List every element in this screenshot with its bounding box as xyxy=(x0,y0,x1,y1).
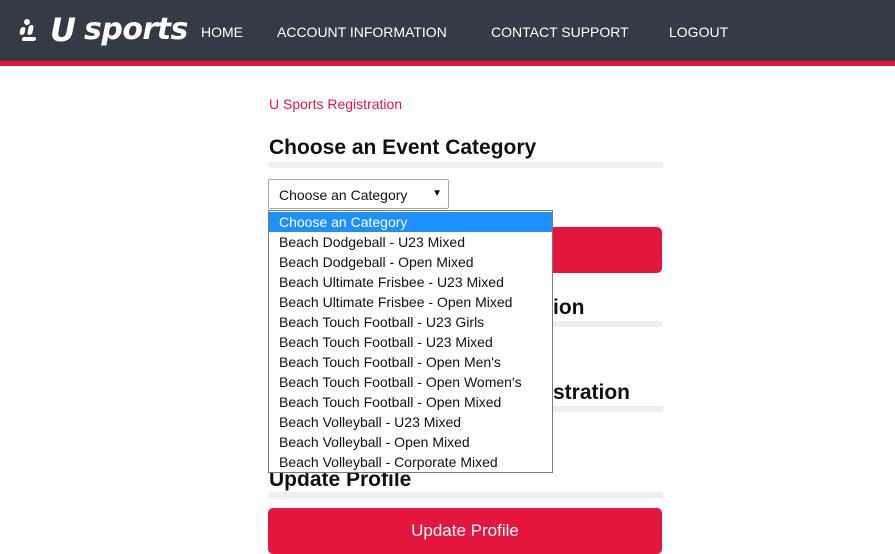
category-select-value: Choose an Category xyxy=(279,187,408,203)
section-title-partial-1: ion xyxy=(553,296,585,319)
category-option[interactable]: Beach Ultimate Frisbee - Open Mixed xyxy=(269,292,552,312)
category-option[interactable]: Beach Touch Football - U23 Mixed xyxy=(269,332,552,352)
nav-contact-support[interactable]: CONTACT SUPPORT xyxy=(491,24,629,40)
nav-home[interactable]: HOME xyxy=(201,24,243,40)
category-option[interactable]: Beach Volleyball - Corporate Mixed xyxy=(269,452,552,472)
category-option[interactable]: Beach Dodgeball - U23 Mixed xyxy=(269,232,552,252)
category-select[interactable]: Choose an Category ▼ xyxy=(268,179,449,209)
update-profile-button[interactable]: Update Profile xyxy=(268,508,662,554)
category-option[interactable]: Beach Ultimate Frisbee - U23 Mixed xyxy=(269,272,552,292)
site-logo[interactable]: U sports xyxy=(18,8,188,52)
nav-account-information[interactable]: ACCOUNT INFORMATION xyxy=(277,24,447,40)
category-option[interactable]: Beach Volleyball - Open Mixed xyxy=(269,432,552,452)
section-title-partial-2: stration xyxy=(553,381,631,404)
dropdown-arrow-icon: ▼ xyxy=(432,188,442,199)
section-divider xyxy=(269,492,663,498)
category-option[interactable]: Beach Touch Football - Open Men's xyxy=(269,352,552,372)
nav-logout[interactable]: LOGOUT xyxy=(669,24,728,40)
category-option[interactable]: Choose an Category xyxy=(269,212,552,232)
category-option[interactable]: Beach Touch Football - Open Mixed xyxy=(269,392,552,412)
category-dropdown-list: Choose an Category Beach Dodgeball - U23… xyxy=(268,210,553,473)
top-navigation-bar: U sports HOME ACCOUNT INFORMATION CONTAC… xyxy=(0,0,895,66)
logo-u-letter: U xyxy=(50,11,76,49)
category-option[interactable]: Beach Volleyball - U23 Mixed xyxy=(269,412,552,432)
event-category-title: Choose an Event Category xyxy=(269,136,537,159)
section-divider xyxy=(269,162,663,168)
athlete-logo-icon xyxy=(18,13,44,47)
category-option[interactable]: Beach Touch Football - U23 Girls xyxy=(269,312,552,332)
category-option[interactable]: Beach Touch Football - Open Women's xyxy=(269,372,552,392)
breadcrumb[interactable]: U Sports Registration xyxy=(269,96,402,112)
logo-text: sports xyxy=(83,12,188,47)
category-option[interactable]: Beach Dodgeball - Open Mixed xyxy=(269,252,552,272)
